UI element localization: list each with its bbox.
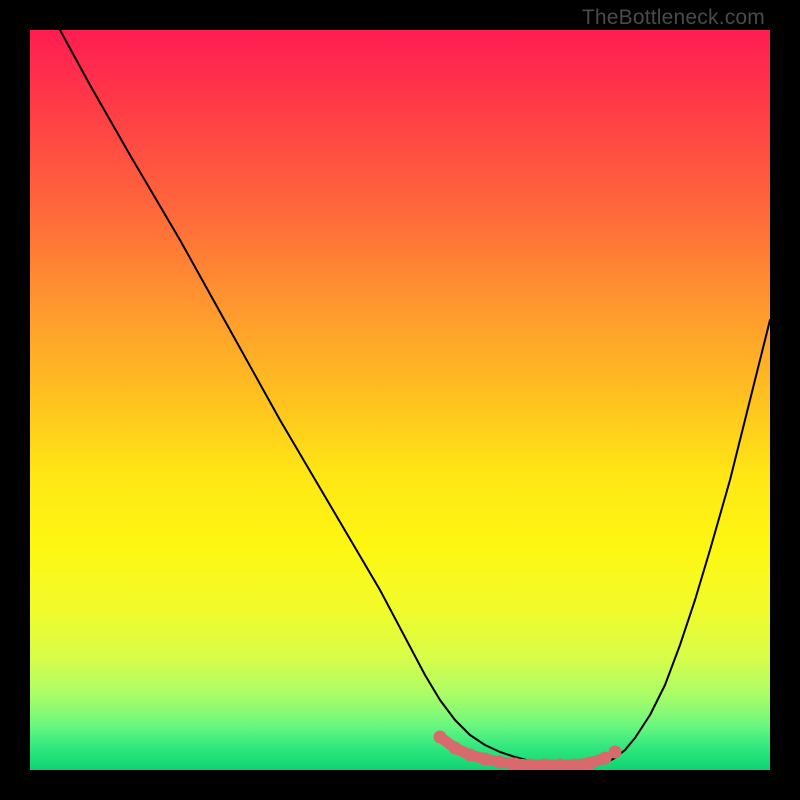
highlight-dot	[584, 757, 597, 770]
curve-group	[60, 30, 770, 765]
curve-left-curve	[60, 30, 583, 765]
curve-right-curve	[583, 320, 770, 765]
highlight-dot	[494, 756, 507, 769]
highlight-dot	[449, 742, 462, 755]
highlight-dot	[479, 753, 492, 766]
highlight-dot	[434, 731, 447, 744]
chart-frame: TheBottleneck.com	[0, 0, 800, 800]
highlight-dot-outlier	[609, 746, 622, 759]
highlight-dot	[464, 749, 477, 762]
watermark-text: TheBottleneck.com	[582, 6, 765, 30]
highlight-dots	[434, 731, 622, 771]
highlight-dot	[509, 758, 522, 771]
highlight-line	[440, 737, 605, 765]
curves-layer	[30, 30, 770, 770]
plot-area	[30, 30, 770, 770]
